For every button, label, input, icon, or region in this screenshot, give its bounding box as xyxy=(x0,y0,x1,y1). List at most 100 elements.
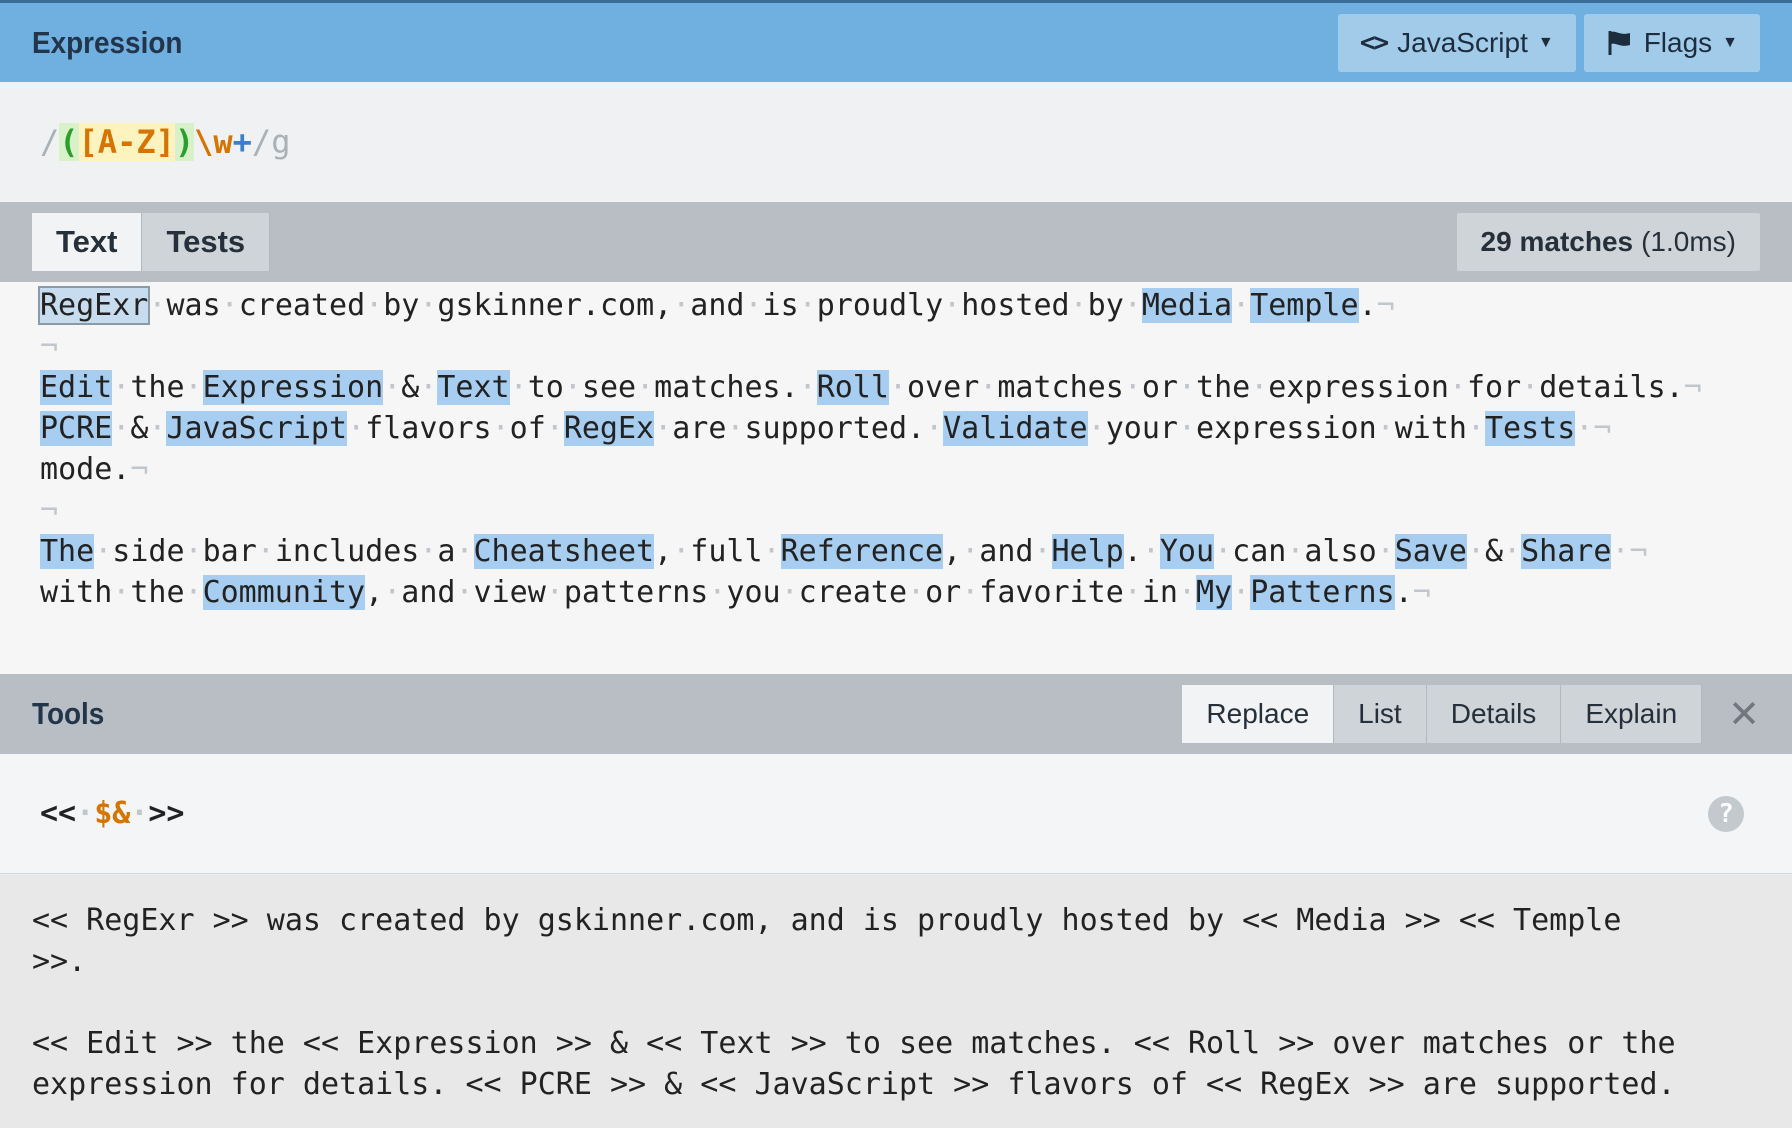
result-line: >>. xyxy=(32,944,87,979)
text-line: RegExr·was·created·by·gskinner.com,·and·… xyxy=(37,286,1395,325)
text-segment: · xyxy=(1232,288,1251,323)
match-highlight[interactable]: Roll xyxy=(816,370,889,405)
match-highlight[interactable]: Temple xyxy=(1250,288,1359,323)
tool-tab-list[interactable]: List xyxy=(1334,685,1427,743)
match-highlight[interactable]: Reference xyxy=(780,534,944,569)
result-line: << Edit >> the << Expression >> & << Tex… xyxy=(32,1026,1676,1061)
text-segment: ·&· xyxy=(1466,534,1522,569)
match-highlight[interactable]: Tests xyxy=(1485,411,1576,446)
expression-flags[interactable]: g xyxy=(271,123,290,161)
text-segment: ,·full· xyxy=(654,534,781,569)
match-count: 29 matches xyxy=(1480,226,1634,257)
match-highlight[interactable]: The xyxy=(40,534,95,569)
text-segment: .· xyxy=(1123,534,1160,569)
text-tabs: Text Tests xyxy=(32,213,271,271)
group-open-token[interactable]: ( xyxy=(59,123,79,161)
tool-tab-replace[interactable]: Replace xyxy=(1182,685,1335,743)
text-segment: · xyxy=(1575,411,1594,446)
text-segment: · xyxy=(1232,575,1251,610)
caret-down-icon: ▼ xyxy=(1537,33,1554,51)
match-highlight[interactable]: PCRE xyxy=(40,411,113,446)
replace-result: << RegExr >> was created by gskinner.com… xyxy=(0,875,1792,1128)
text-segment: . xyxy=(1358,288,1377,323)
javascript-flavor-button[interactable]: <> JavaScript ▼ xyxy=(1337,13,1576,72)
tool-tab-details[interactable]: Details xyxy=(1426,685,1562,743)
text-line: ¬ xyxy=(40,329,58,364)
result-line: << RegExr >> was created by gskinner.com… xyxy=(32,903,1622,938)
word-escape-token[interactable]: \w xyxy=(194,123,233,161)
help-icon[interactable]: ? xyxy=(1708,795,1744,832)
flag-icon xyxy=(1606,29,1634,57)
match-highlight[interactable]: Text xyxy=(437,370,510,405)
flags-label: Flags xyxy=(1643,26,1713,58)
group-close-token[interactable]: ) xyxy=(174,123,195,161)
tab-tests[interactable]: Tests xyxy=(142,213,271,271)
quantifier-token[interactable]: + xyxy=(233,123,252,161)
match-highlight[interactable]: Save xyxy=(1394,534,1467,569)
match-info: 29 matches (1.0ms) xyxy=(1456,213,1760,271)
text-line: Edit·the·Expression·&·Text·to·see·matche… xyxy=(40,370,1702,405)
text-segment: ,·and· xyxy=(943,534,1052,569)
javascript-flavor-label: JavaScript xyxy=(1397,26,1528,58)
text-editor[interactable]: RegExr·was·created·by·gskinner.com,·and·… xyxy=(0,282,1792,674)
text-segment: ·are·supported.· xyxy=(654,411,944,446)
match-highlight[interactable]: Expression xyxy=(202,370,384,405)
line-end-marker: ¬ xyxy=(1683,370,1702,405)
space-marker: · xyxy=(76,796,95,831)
tool-tabs: Replace List Details Explain xyxy=(1182,685,1703,743)
close-icon[interactable]: ✕ xyxy=(1728,692,1760,737)
replace-token: $& xyxy=(94,796,131,831)
match-highlight[interactable]: Cheatsheet xyxy=(473,534,655,569)
match-time: (1.0ms) xyxy=(1641,226,1736,257)
text-segment: . xyxy=(1394,575,1413,610)
tools-bar: Tools Replace List Details Explain ✕ xyxy=(0,674,1792,754)
text-segment: ·the· xyxy=(112,370,203,405)
text-segment: ,·and·view·patterns·you·create·or·favori… xyxy=(365,575,1196,610)
text-segment: ·was·created·by·gskinner.com,·and·is·pro… xyxy=(148,288,1142,323)
text-segment: with·the· xyxy=(40,575,203,610)
expression-title: Expression xyxy=(32,24,183,60)
replace-prefix: << xyxy=(40,796,77,831)
match-highlight[interactable]: Patterns xyxy=(1250,575,1395,610)
text-segment: ·over·matches·or·the·expression·for·deta… xyxy=(888,370,1684,405)
match-highlight[interactable]: Community xyxy=(202,575,366,610)
line-end-marker: ¬ xyxy=(130,452,149,487)
match-highlight[interactable]: Edit xyxy=(40,370,113,405)
match-highlight[interactable]: JavaScript xyxy=(166,411,348,446)
tool-tab-explain[interactable]: Explain xyxy=(1561,685,1703,743)
header-buttons: <> JavaScript ▼ Flags ▼ xyxy=(1337,13,1760,72)
tools-title: Tools xyxy=(32,696,105,731)
expression-header: Expression <> JavaScript ▼ Flags ▼ xyxy=(0,0,1792,82)
match-highlight[interactable]: RegEx xyxy=(563,411,655,446)
text-segment: ·can·also· xyxy=(1214,534,1395,569)
match-highlight[interactable]: My xyxy=(1196,575,1233,610)
match-highlight[interactable]: Help xyxy=(1051,534,1124,569)
text-segment: mode. xyxy=(40,452,131,487)
match-highlight[interactable]: You xyxy=(1159,534,1215,569)
code-icon: <> xyxy=(1359,27,1389,58)
text-segment: ·side·bar·includes·a· xyxy=(94,534,474,569)
expression-open-slash: / xyxy=(40,123,60,161)
line-end-marker: ¬ xyxy=(1629,534,1648,569)
text-line: with·the·Community,·and·view·patterns·yo… xyxy=(40,575,1431,610)
text-segment: ·flavors·of· xyxy=(347,411,564,446)
line-end-marker: ¬ xyxy=(40,329,59,364)
text-segment: ·to·see·matches.· xyxy=(509,370,817,405)
text-segment: ·&· xyxy=(112,411,167,446)
match-highlight[interactable]: RegExr xyxy=(37,286,151,325)
match-highlight[interactable]: Media xyxy=(1141,288,1233,323)
match-highlight[interactable]: Share xyxy=(1521,534,1612,569)
space-marker: · xyxy=(130,796,149,831)
flags-button[interactable]: Flags ▼ xyxy=(1583,13,1760,72)
text-segment: · xyxy=(1611,534,1630,569)
expression-input[interactable]: /([A-Z]) \w + / g xyxy=(0,82,1792,202)
text-line: PCRE·&·JavaScript·flavors·of·RegEx·are·s… xyxy=(40,411,1611,446)
char-set-token[interactable]: [A-Z] xyxy=(78,123,175,161)
expression-close-slash: / xyxy=(251,123,272,161)
match-highlight[interactable]: Validate xyxy=(943,411,1088,446)
line-end-marker: ¬ xyxy=(1412,575,1431,610)
result-line: expression for details. << PCRE >> & << … xyxy=(32,1067,1676,1102)
replace-input[interactable]: << · $& · >> ? xyxy=(0,754,1792,874)
text-line: ¬ xyxy=(40,493,58,528)
tab-text[interactable]: Text xyxy=(32,213,143,271)
